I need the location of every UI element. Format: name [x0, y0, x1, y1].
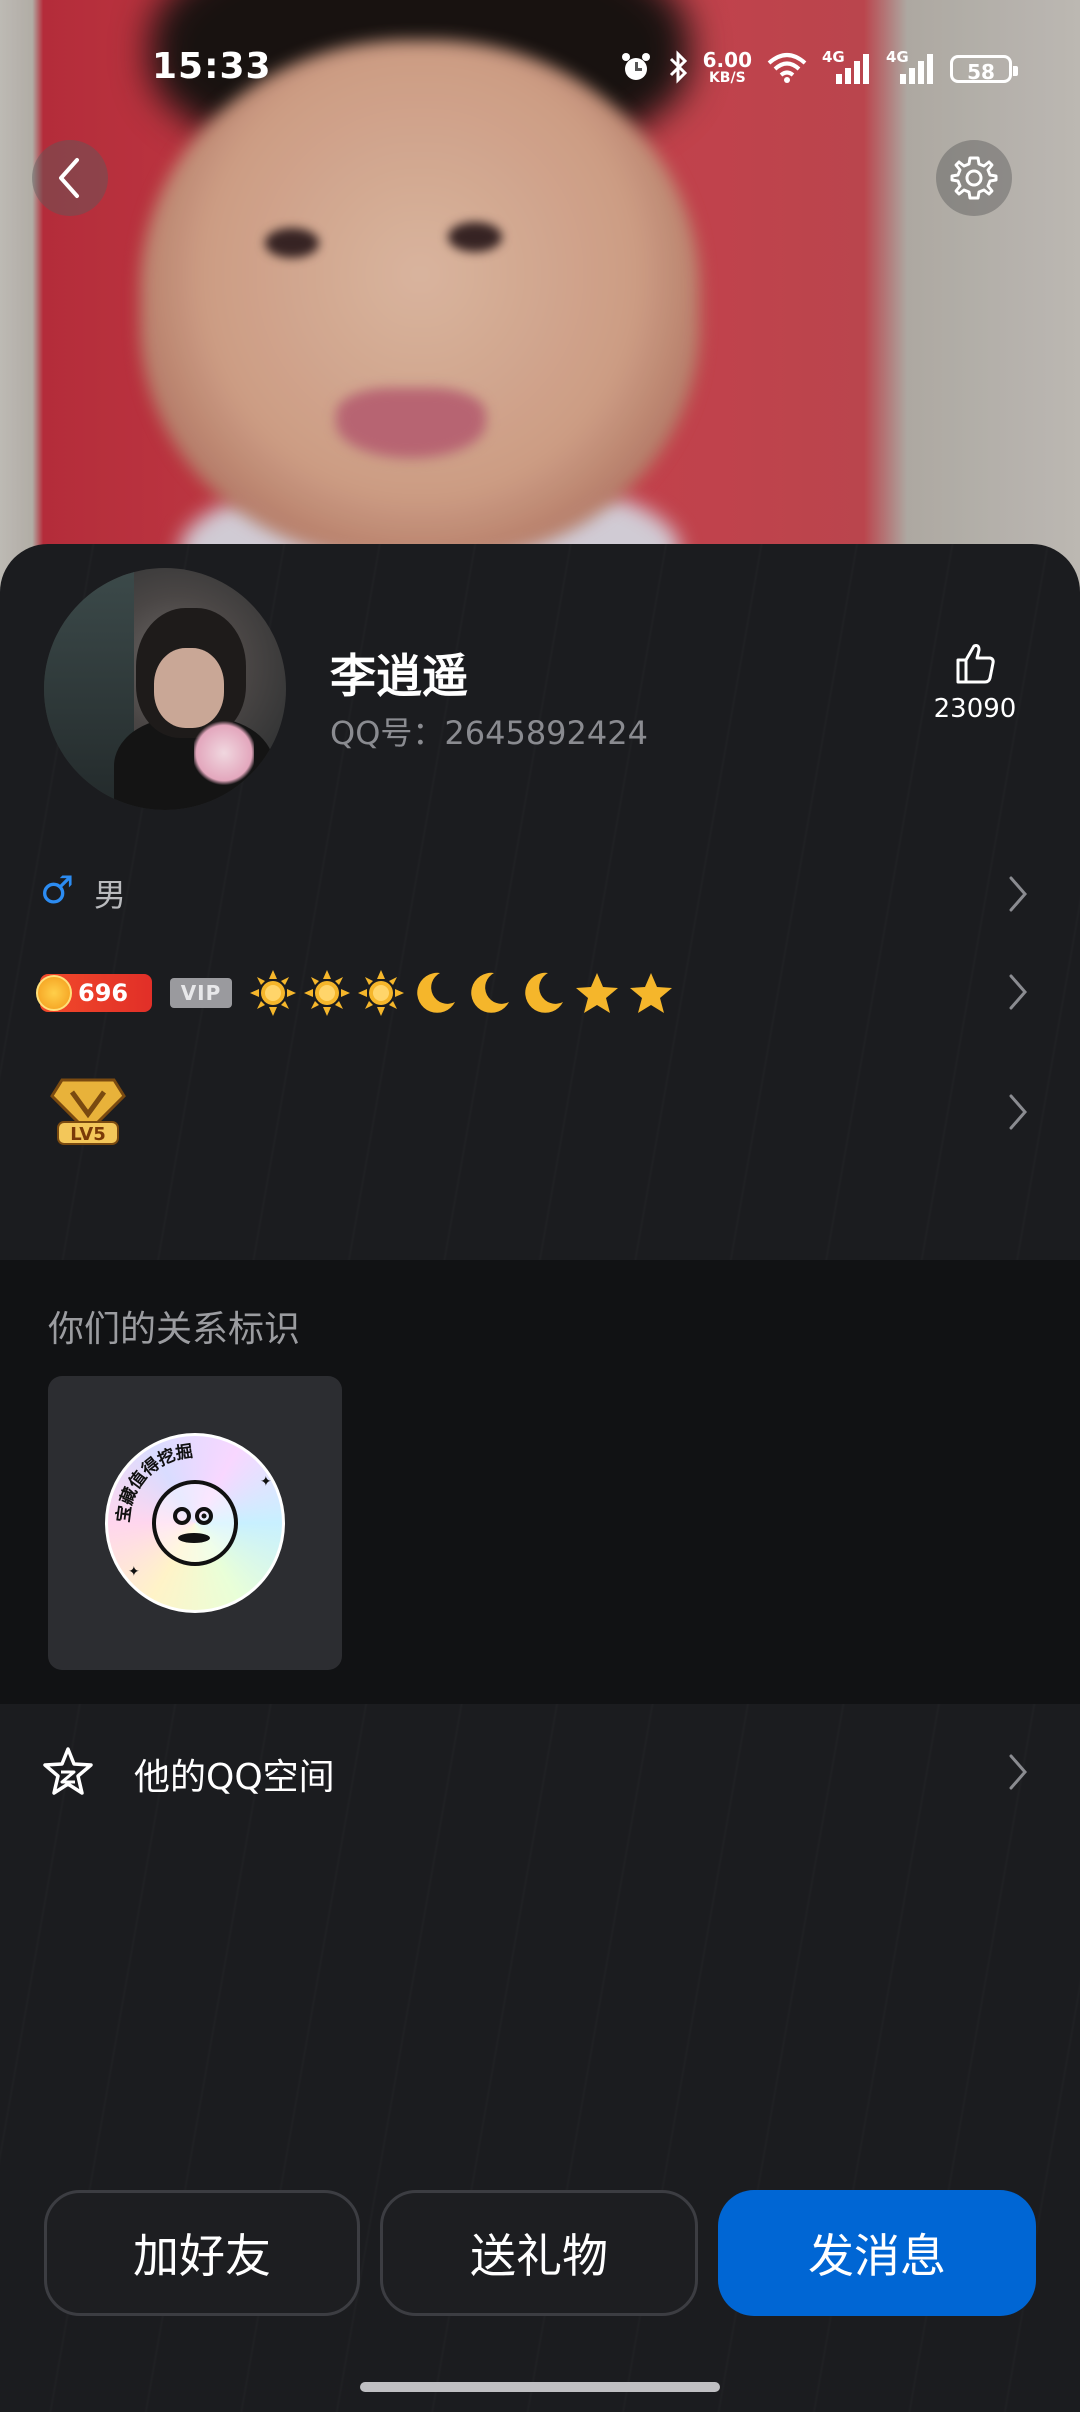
star-outline-icon [43, 1747, 93, 1795]
settings-button[interactable] [936, 140, 1012, 216]
wifi-icon [766, 51, 808, 87]
qq-number[interactable]: QQ号：2645892424 [330, 708, 648, 754]
thumbs-up-icon [956, 644, 995, 684]
net-speed: 6.00 KB/S [702, 48, 752, 86]
send-gift-button[interactable]: 送礼物 [380, 2190, 698, 2316]
qzone-label: 他的QQ空间 [134, 1757, 335, 1798]
relation-tile[interactable]: 宝藏值得挖掘 ✦ ✦ [48, 1376, 342, 1670]
chevron-right-icon [1009, 1094, 1027, 1130]
gender-row[interactable]: ♂ 男 [0, 864, 1080, 924]
svg-text:LV5: LV5 [70, 1124, 105, 1145]
relation-sticker: 宝藏值得挖掘 ✦ ✦ [105, 1433, 285, 1613]
level-icons [250, 970, 674, 1016]
home-indicator[interactable] [360, 2382, 720, 2392]
gear-icon [950, 156, 998, 200]
vip-badge: VIP [170, 978, 232, 1008]
level-row[interactable]: 696 VIP [0, 954, 1080, 1024]
star-icon [576, 973, 618, 1013]
sun-icon [304, 970, 350, 1016]
svg-text:✦: ✦ [128, 1564, 140, 1580]
gender-label: 男 [94, 876, 127, 914]
svip-row[interactable]: LV5 [0, 1074, 1080, 1154]
add-friend-button[interactable]: 加好友 [44, 2190, 360, 2316]
battery-icon: 58 [950, 55, 1018, 84]
face-icon [152, 1480, 238, 1566]
moon-icon [417, 972, 455, 1013]
alarm-icon [619, 50, 653, 88]
back-button[interactable] [32, 140, 108, 216]
coin-icon [36, 975, 72, 1011]
relation-title: 你们的关系标识 [48, 1309, 301, 1350]
svg-text:✦: ✦ [260, 1474, 272, 1490]
chevron-right-icon [1009, 876, 1027, 912]
sun-icon [358, 970, 404, 1016]
avatar[interactable] [44, 568, 286, 810]
diamond-icon: LV5 [50, 1078, 126, 1145]
bluetooth-icon [667, 50, 689, 88]
signal-icon: 4G [886, 48, 936, 86]
status-time: 15:33 [152, 46, 272, 87]
svip-badge: LV5 [48, 1074, 128, 1150]
chevron-right-icon [1009, 1754, 1027, 1790]
star-icon [630, 973, 672, 1013]
profile-card: 李逍遥 QQ号：2645892424 23090 ♂ 男 696 VIP LV5… [0, 544, 1080, 2412]
chevron-right-icon [1009, 974, 1027, 1010]
moon-icon [525, 972, 563, 1013]
sun-icon [250, 970, 296, 1016]
relation-section: 你们的关系标识 宝藏值得挖掘 ✦ ✦ [0, 1260, 1080, 1704]
male-icon: ♂ [40, 868, 75, 912]
level-badge: 696 [36, 974, 152, 1012]
send-message-button[interactable]: 发消息 [718, 2190, 1036, 2316]
status-bar: 15:33 6.00 KB/S 4G 4G 58 [0, 40, 1080, 100]
signal-icon: 4G [822, 48, 872, 86]
chevron-left-icon [59, 158, 79, 198]
like-button[interactable]: 23090 [920, 640, 1030, 724]
action-bar: 加好友 送礼物 发消息 [0, 2190, 1080, 2320]
moon-icon [471, 972, 509, 1013]
like-count: 23090 [933, 694, 1017, 724]
qzone-row[interactable]: 他的QQ空间 [0, 1730, 1080, 1820]
nickname: 李逍遥 [330, 649, 468, 703]
